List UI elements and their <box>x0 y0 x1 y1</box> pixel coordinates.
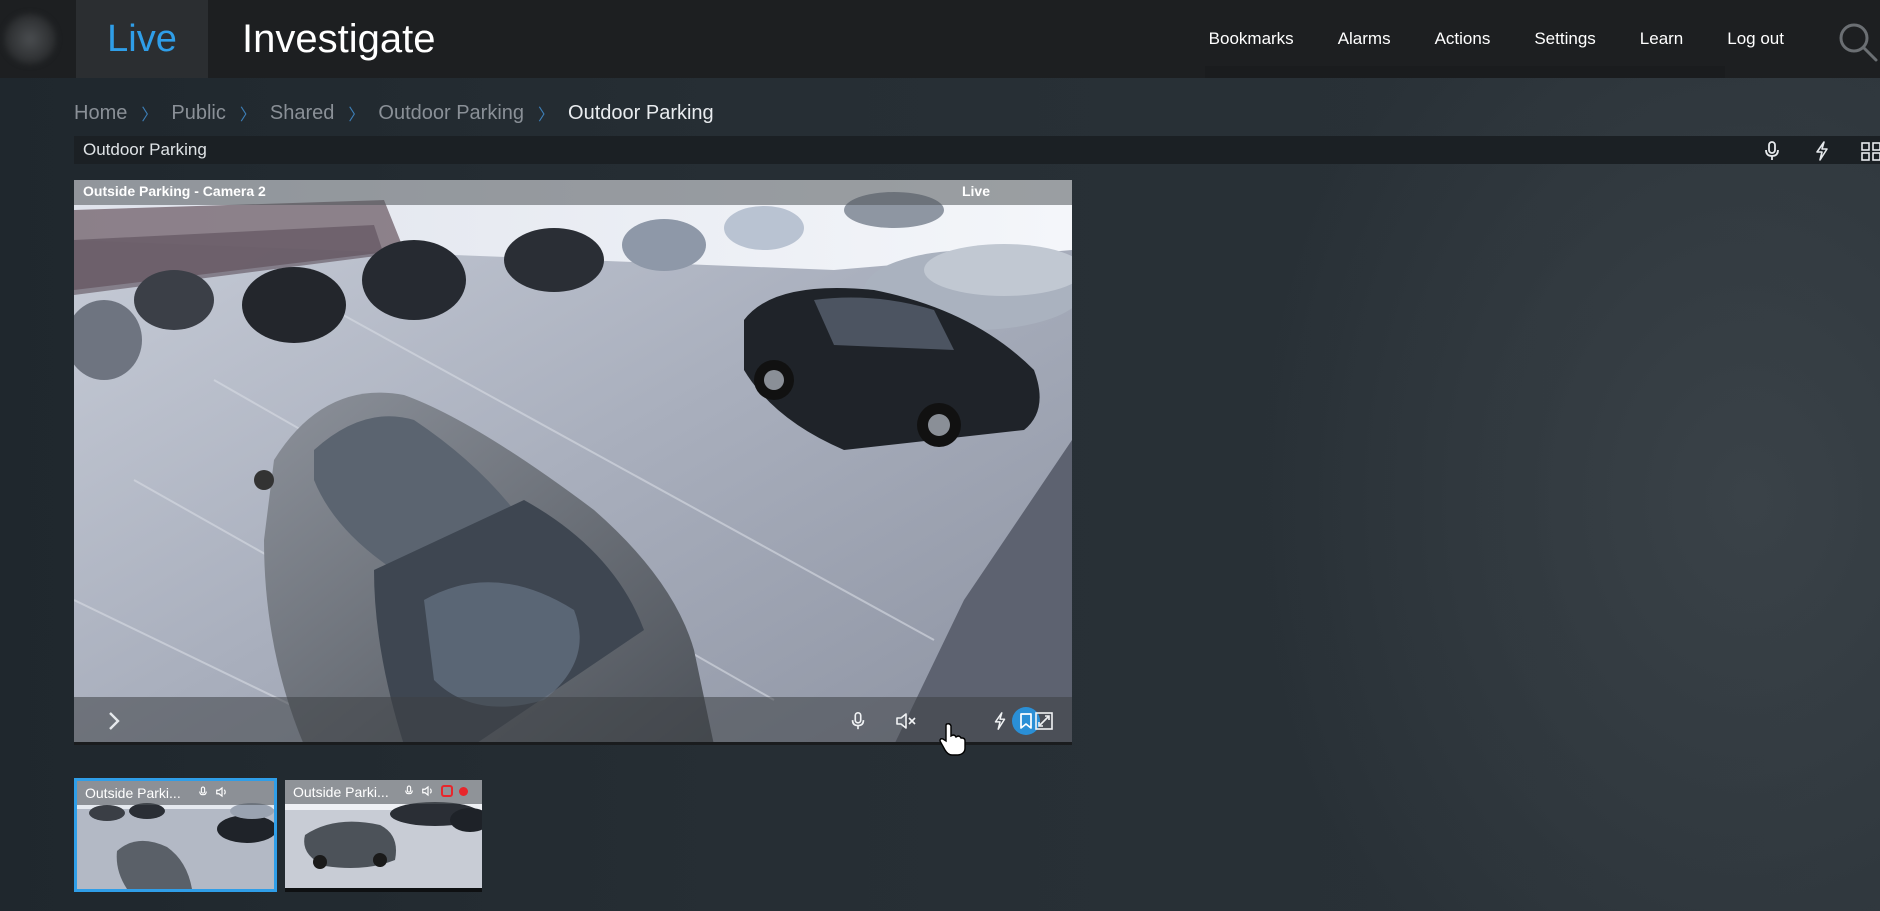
camera-feed-image <box>74 180 1072 745</box>
search-icon[interactable] <box>1834 18 1880 64</box>
nav-actions[interactable]: Actions <box>1435 29 1491 49</box>
lightning-icon[interactable] <box>1811 140 1833 162</box>
nav-settings[interactable]: Settings <box>1534 29 1595 49</box>
header-underline <box>1205 66 1725 78</box>
breadcrumb-shared[interactable]: Shared <box>270 102 335 125</box>
nav-bookmarks[interactable]: Bookmarks <box>1209 29 1294 49</box>
nav-alarms[interactable]: Alarms <box>1338 29 1391 49</box>
top-header: Live Investigate Bookmarks Alarms Action… <box>0 0 1880 78</box>
grid-layout-icon[interactable] <box>1860 140 1880 162</box>
tab-investigate[interactable]: Investigate <box>208 0 468 78</box>
breadcrumb-current: Outdoor Parking <box>568 101 714 124</box>
thumbnail-title-bar: Outside Parki... <box>285 780 482 804</box>
breadcrumb-home[interactable]: Home <box>74 102 127 125</box>
nav-log-out[interactable]: Log out <box>1727 29 1784 49</box>
fullscreen-button[interactable] <box>1030 707 1058 735</box>
record-icon <box>441 785 453 797</box>
speaker-icon <box>216 786 226 798</box>
breadcrumb: Home 〉 Public 〉 Shared 〉 Outdoor Parking… <box>74 100 714 126</box>
video-title-bar: Outside Parking - Camera 2 Live <box>74 180 1072 205</box>
live-status-label: Live <box>961 183 990 199</box>
chevron-right-icon: 〉 <box>141 107 158 124</box>
thumbnail-title: Outside Parki... <box>293 784 389 800</box>
view-title: Outdoor Parking <box>83 140 207 159</box>
thumbnail-title-bar: Outside Parki... <box>77 781 274 805</box>
hand-pointer-cursor-icon <box>939 723 966 756</box>
microphone-icon[interactable] <box>1761 140 1783 162</box>
lightning-icon <box>994 712 1006 730</box>
thumbnail-status-icons <box>197 785 229 799</box>
camera-thumbnail-2[interactable]: Outside Parki... <box>285 780 482 892</box>
microphone-icon <box>405 785 413 795</box>
trigger-event-button[interactable] <box>986 707 1014 735</box>
video-control-overlay <box>74 697 1072 745</box>
camera-video-tile[interactable]: Outside Parking - Camera 2 Live <box>74 180 1072 745</box>
view-title-bar: Outdoor Parking <box>74 136 1880 164</box>
fullscreen-icon <box>1035 712 1053 730</box>
chevron-right-icon: 〉 <box>348 107 365 124</box>
camera-thumbnail-1[interactable]: Outside Parki... <box>74 778 277 892</box>
chevron-right-icon: 〉 <box>538 107 555 124</box>
thumbnail-title: Outside Parki... <box>85 785 181 801</box>
speaker-icon <box>422 785 432 797</box>
chevron-right-icon: 〉 <box>239 107 256 124</box>
thumbnail-status-icons <box>403 784 468 798</box>
breadcrumb-outdoor-parking-folder[interactable]: Outdoor Parking <box>378 102 524 125</box>
tab-live[interactable]: Live <box>76 0 208 78</box>
recording-dot <box>459 786 468 796</box>
camera-title: Outside Parking - Camera 2 <box>83 183 266 199</box>
breadcrumb-public[interactable]: Public <box>171 102 225 125</box>
nav-learn[interactable]: Learn <box>1640 29 1683 49</box>
microphone-icon <box>199 786 207 796</box>
app-logo <box>4 14 56 64</box>
